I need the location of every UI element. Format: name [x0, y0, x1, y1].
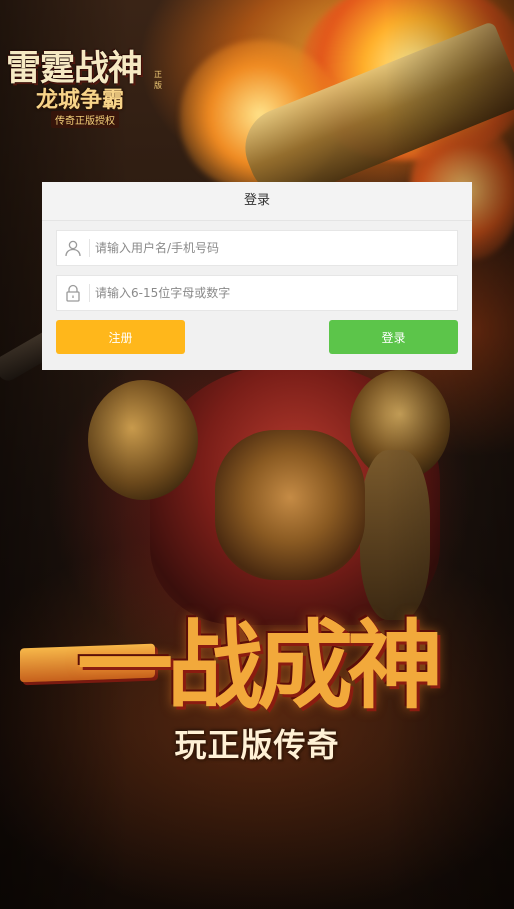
username-input[interactable]: [95, 231, 450, 265]
game-login-page: 雷霆战神 正版 龙城争霸 传奇正版授权 登录 请输入用户名/手机号码 注册 登录…: [0, 0, 514, 909]
username-field: [56, 230, 458, 266]
field-divider: [89, 239, 90, 257]
login-panel: 登录 注册 登录: [42, 182, 472, 370]
register-button[interactable]: 注册: [56, 320, 185, 354]
logo-subtitle: 龙城争霸: [36, 87, 125, 113]
banner-sub-slogan: 玩正版传奇: [174, 726, 340, 764]
password-field: [56, 275, 458, 311]
login-panel-title: 登录: [42, 182, 472, 221]
lock-icon: [57, 276, 89, 310]
banner-slogan: 一战成神: [77, 609, 443, 722]
password-input[interactable]: [95, 276, 450, 310]
user-icon: [57, 231, 89, 265]
field-divider: [89, 284, 90, 302]
login-button[interactable]: 登录: [329, 320, 458, 354]
logo-corner-mark: 正版: [154, 70, 162, 90]
logo-tagline: 传奇正版授权: [51, 111, 119, 128]
vignette: [0, 0, 514, 909]
game-logo: 雷霆战神 正版 龙城争霸 传奇正版授权: [6, 18, 166, 128]
